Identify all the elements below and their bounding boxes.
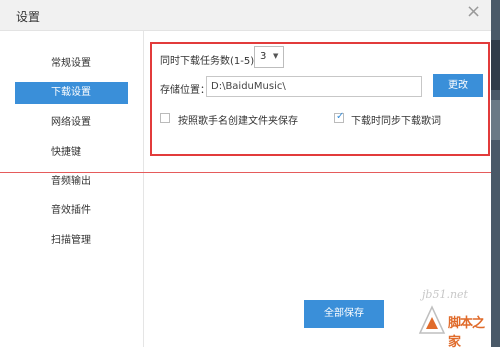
- watermark-text: 脚本之家: [448, 316, 485, 350]
- sidebar-item-hotkeys[interactable]: 快捷键: [15, 142, 128, 164]
- save-all-button[interactable]: 全部保存: [304, 300, 384, 328]
- watermark-logo-icon: [418, 305, 446, 334]
- close-icon[interactable]: ×: [466, 3, 481, 21]
- highlight-box: [150, 42, 490, 156]
- sidebar-item-general[interactable]: 常规设置: [15, 53, 128, 75]
- sidebar-item-network[interactable]: 网络设置: [15, 112, 128, 134]
- window-title: 设置: [16, 10, 41, 24]
- sidebar-divider: [143, 31, 144, 347]
- settings-dialog: 设置 × 常规设置 下载设置 网络设置 快捷键 音频输出 音效插件 扫描管理 同…: [0, 0, 491, 350]
- settings-sidebar: 常规设置 下载设置 网络设置 快捷键 音频输出 音效插件 扫描管理: [0, 31, 143, 347]
- background-window-edge: [491, 0, 500, 347]
- sidebar-item-effects-plugin[interactable]: 音效插件: [15, 200, 128, 222]
- watermark-url: jb51.net: [422, 288, 468, 301]
- sidebar-item-scan-management[interactable]: 扫描管理: [15, 230, 128, 252]
- sidebar-item-download[interactable]: 下载设置: [15, 82, 128, 104]
- title-bar: 设置 ×: [0, 0, 491, 31]
- highlight-line: [0, 172, 491, 173]
- sidebar-item-audio-output[interactable]: 音频输出: [15, 171, 128, 193]
